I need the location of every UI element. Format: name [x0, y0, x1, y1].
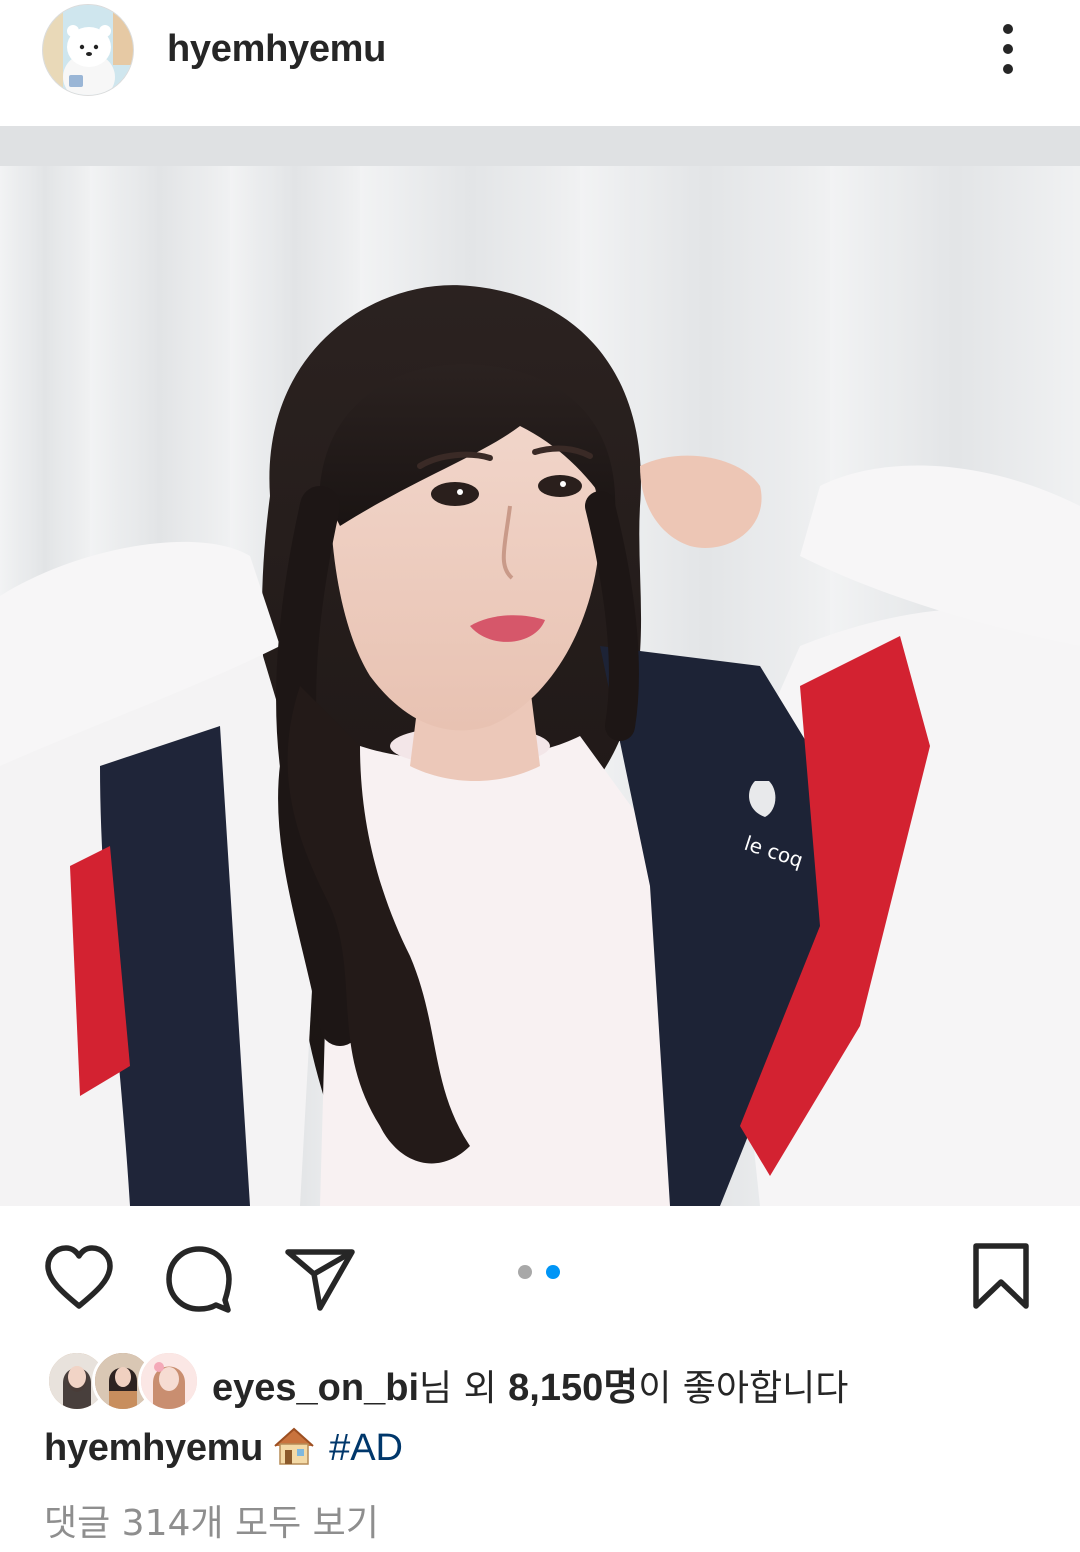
post-image: le coq [0, 126, 1080, 1206]
polar-bear-avatar-icon [43, 5, 133, 95]
carousel-indicator [518, 1265, 568, 1281]
liker-avatar [138, 1350, 200, 1412]
heart-icon [45, 1245, 113, 1309]
caption-username[interactable]: hyemhyemu [44, 1427, 263, 1469]
caption-hashtag[interactable]: #AD [329, 1427, 403, 1469]
save-button[interactable] [968, 1240, 1034, 1314]
view-all-comments-link[interactable]: 댓글 314개 모두 보기 [44, 1494, 379, 1546]
likes-text: eyes_on_bi님 외 8,150명이 좋아합니다 [212, 1356, 848, 1411]
post-photo[interactable]: le coq [0, 126, 1080, 1206]
like-button[interactable] [42, 1242, 116, 1316]
share-button[interactable] [284, 1242, 358, 1316]
bookmark-icon [973, 1243, 1029, 1309]
comment-bubble-icon [166, 1246, 232, 1313]
post-actions [0, 1206, 1080, 1336]
paper-plane-icon [285, 1249, 355, 1311]
likes-suffix-1: 님 외 [419, 1368, 509, 1409]
comment-button[interactable] [162, 1242, 236, 1316]
more-options-button[interactable] [986, 20, 1030, 80]
liker-avatars [46, 1350, 200, 1412]
carousel-dot-inactive [518, 1265, 532, 1279]
house-emoji-icon [271, 1426, 317, 1466]
first-liker-username[interactable]: eyes_on_bi [212, 1367, 419, 1409]
post-header: hyemhyemu [0, 0, 1080, 126]
more-vertical-icon [1003, 24, 1013, 74]
likes-summary[interactable]: eyes_on_bi님 외 8,150명이 좋아합니다 [0, 1344, 1080, 1420]
carousel-dot-active [546, 1265, 560, 1279]
post-caption: hyemhyemu #AD [44, 1426, 403, 1482]
likes-suffix-2: 이 좋아합니다 [638, 1368, 849, 1409]
header-username[interactable]: hyemhyemu [167, 28, 386, 71]
profile-avatar[interactable] [42, 4, 134, 96]
likes-count[interactable]: 8,150명 [508, 1367, 638, 1409]
